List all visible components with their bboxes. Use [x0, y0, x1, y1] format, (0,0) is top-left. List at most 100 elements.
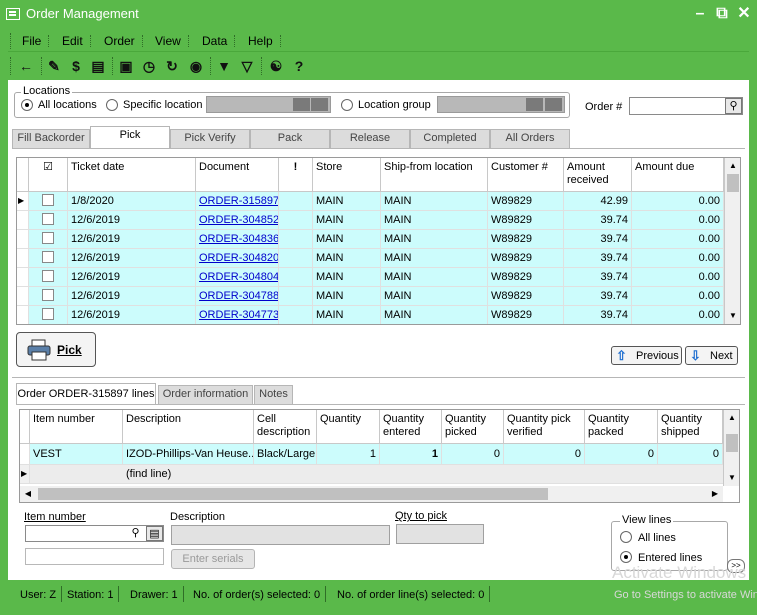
order-number-input[interactable]: ⚲ [629, 97, 743, 115]
checkbox[interactable] [42, 270, 54, 282]
card-icon[interactable]: ▣ [116, 56, 136, 76]
lines-vertical-scrollbar[interactable]: ▲ ▼ [723, 410, 739, 486]
dollar-icon[interactable]: $ [66, 56, 86, 76]
enter-serials-button[interactable]: Enter serials [171, 549, 255, 569]
table-row[interactable]: ▶ 1/8/2020 ORDER-315897 MAIN MAIN W89829 42.99… [17, 192, 724, 211]
tab-all-orders[interactable]: All Orders [490, 129, 570, 148]
scroll-down-icon[interactable]: ▼ [724, 470, 739, 486]
orders-vertical-scrollbar[interactable]: ▲ ▼ [724, 158, 740, 324]
back-arrow-icon[interactable]: ← [16, 56, 36, 76]
next-button[interactable]: ⇩ Next [685, 346, 738, 365]
all-lines-radio[interactable] [620, 531, 632, 543]
lines-horizontal-scrollbar[interactable]: ◀ ▶ [20, 486, 723, 502]
col-ship-from[interactable]: Ship-from location [381, 158, 488, 192]
cell-doc[interactable]: ORDER-304773 [196, 306, 279, 324]
col-amount-received[interactable]: Amount received [564, 158, 632, 192]
row-checkbox[interactable] [29, 306, 68, 324]
location-group-select[interactable] [437, 96, 565, 113]
table-row[interactable]: 12/6/2019 ORDER-304820 MAIN MAIN W89829 39.74… [17, 249, 724, 268]
cell-doc[interactable]: ORDER-304804 [196, 268, 279, 287]
menu-data[interactable]: Data [202, 34, 236, 48]
clock-icon[interactable]: ◷ [139, 56, 159, 76]
row-checkbox[interactable] [29, 230, 68, 249]
filter-icon[interactable]: ▼ [214, 56, 234, 76]
table-row[interactable]: 12/6/2019 ORDER-304852 MAIN MAIN W89829 39.74… [17, 211, 724, 230]
find-line-cell[interactable]: (find line) [30, 465, 723, 484]
specific-location-radio[interactable] [106, 99, 118, 111]
location-group-radio[interactable] [341, 99, 353, 111]
col-alert[interactable]: ! [279, 158, 313, 192]
menu-edit[interactable]: Edit [62, 34, 91, 48]
tab-order-lines[interactable]: Order ORDER-315897 lines [16, 383, 156, 405]
scroll-up-icon[interactable]: ▲ [725, 158, 740, 174]
scroll-down-icon[interactable]: ▼ [725, 308, 740, 324]
users-icon[interactable]: ◉ [186, 56, 206, 76]
col-quantity-packed[interactable]: Quantity packed [585, 410, 658, 444]
menu-order[interactable]: Order [104, 34, 143, 48]
scroll-right-icon[interactable]: ▶ [707, 486, 723, 502]
scroll-up-icon[interactable]: ▲ [724, 410, 739, 426]
scroll-thumb[interactable] [727, 174, 739, 192]
table-row[interactable]: VEST IZOD-Phillips-Van Heuse... Black/Larg… [20, 444, 723, 465]
row-checkbox[interactable] [29, 211, 68, 230]
checkbox[interactable] [42, 308, 54, 320]
tab-order-information[interactable]: Order information [158, 385, 253, 404]
dropdown-icon[interactable] [545, 98, 562, 111]
cell-doc[interactable]: ORDER-304788 [196, 287, 279, 306]
row-checkbox[interactable] [29, 287, 68, 306]
dropdown-icon[interactable] [311, 98, 328, 111]
scroll-left-icon[interactable]: ◀ [20, 486, 36, 502]
table-row[interactable]: 12/6/2019 ORDER-304773 MAIN MAIN W89829 39.74… [17, 306, 724, 324]
all-locations-label[interactable]: All locations [38, 99, 97, 111]
tab-pick-verify[interactable]: Pick Verify [170, 129, 250, 148]
entered-lines-radio[interactable] [620, 551, 632, 563]
tab-notes[interactable]: Notes [254, 385, 293, 404]
cell-doc[interactable]: ORDER-304852 [196, 211, 279, 230]
refresh-icon[interactable]: ↻ [162, 56, 182, 76]
menu-view[interactable]: View [155, 34, 189, 48]
col-cell-description[interactable]: Cell description [254, 410, 317, 444]
checklist-icon[interactable]: ☑ [43, 161, 53, 173]
lookup-icon[interactable] [293, 98, 310, 111]
tab-release[interactable]: Release [330, 129, 410, 148]
col-customer[interactable]: Customer # [488, 158, 564, 192]
col-description[interactable]: Description [123, 410, 254, 444]
checkbox[interactable] [42, 289, 54, 301]
search-icon[interactable]: ⚲ [725, 98, 742, 114]
col-quantity-entered[interactable]: Quantity entered [380, 410, 442, 444]
col-quantity[interactable]: Quantity [317, 410, 380, 444]
col-amount-due[interactable]: Amount due [632, 158, 724, 192]
all-locations-radio[interactable] [21, 99, 33, 111]
tab-fill-backorder[interactable]: Fill Backorder [12, 129, 90, 148]
col-quantity-shipped[interactable]: Quantity shipped [658, 410, 723, 444]
all-lines-label[interactable]: All lines [638, 532, 676, 544]
cell-doc[interactable]: ORDER-315897 [196, 192, 279, 211]
clear-filter-icon[interactable]: ▽ [237, 56, 257, 76]
cell-doc[interactable]: ORDER-304820 [196, 249, 279, 268]
checkbox[interactable] [42, 194, 54, 206]
specific-location-label[interactable]: Specific location [123, 99, 203, 111]
menu-help[interactable]: Help [248, 34, 281, 48]
menu-file[interactable]: File [22, 34, 50, 48]
col-quantity-picked[interactable]: Quantity picked [442, 410, 504, 444]
help-lifebuoy-icon[interactable]: ☯ [266, 56, 286, 76]
row-checkbox[interactable] [29, 249, 68, 268]
col-store[interactable]: Store [313, 158, 381, 192]
restore-icon[interactable]: ⧉ [715, 4, 729, 24]
specific-location-select[interactable] [206, 96, 331, 113]
col-quantity-pick-verified[interactable]: Quantity pick verified [504, 410, 585, 444]
previous-button[interactable]: ⇧ Previous [611, 346, 682, 365]
scroll-thumb[interactable] [38, 488, 548, 500]
tab-pack[interactable]: Pack [250, 129, 330, 148]
item-number-input[interactable]: ⚲ ▤ [25, 525, 164, 542]
tab-pick[interactable]: Pick [90, 126, 170, 148]
checkbox[interactable] [42, 213, 54, 225]
help-question-icon[interactable]: ? [289, 56, 309, 76]
scroll-thumb[interactable] [726, 434, 738, 452]
find-document-icon[interactable]: ▤ [88, 56, 108, 76]
row-checkbox[interactable] [29, 192, 68, 211]
checkbox[interactable] [42, 232, 54, 244]
table-row[interactable]: 12/6/2019 ORDER-304788 MAIN MAIN W89829 39.74… [17, 287, 724, 306]
close-icon[interactable]: ✕ [737, 4, 751, 24]
cell-doc[interactable]: ORDER-304836 [196, 230, 279, 249]
